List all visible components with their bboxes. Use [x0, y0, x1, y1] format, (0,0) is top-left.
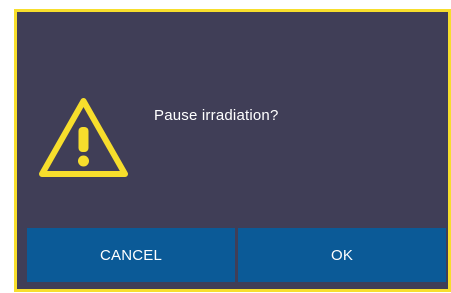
confirm-dialog: Pause irradiation? CANCEL OK — [14, 9, 451, 292]
warning-icon — [39, 98, 128, 177]
ok-button-label: OK — [330, 246, 354, 264]
ok-button[interactable]: OK — [238, 228, 446, 282]
cancel-button-label: CANCEL — [99, 246, 163, 264]
dialog-message: Pause irradiation? — [154, 107, 279, 124]
cancel-button[interactable]: CANCEL — [27, 228, 235, 282]
